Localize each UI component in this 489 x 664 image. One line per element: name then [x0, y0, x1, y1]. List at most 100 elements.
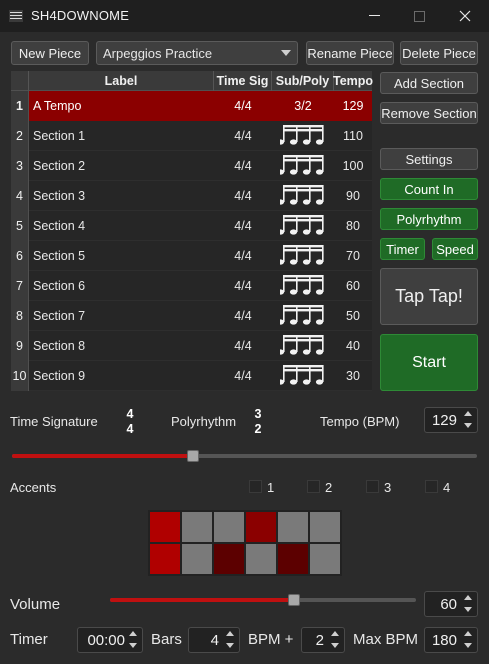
tempo-spinbox[interactable]: 129	[424, 407, 478, 433]
tempo-slider-handle[interactable]	[187, 450, 200, 462]
tap-tempo-button[interactable]: Tap Tap!	[380, 268, 478, 325]
row-index[interactable]: 1	[11, 91, 29, 121]
row-sub-poly[interactable]: 3/2	[272, 91, 334, 121]
row-index[interactable]: 9	[11, 331, 29, 361]
start-button[interactable]: Start	[380, 334, 478, 391]
table-row[interactable]: 6 Section 5 4/4 70	[11, 241, 372, 271]
row-time-sig[interactable]: 4/4	[214, 361, 272, 391]
row-tempo[interactable]: 40	[334, 331, 372, 361]
row-time-sig[interactable]: 4/4	[214, 151, 272, 181]
table-row[interactable]: 9 Section 8 4/4 40	[11, 331, 372, 361]
row-label[interactable]: Section 5	[29, 241, 214, 271]
polyrhythm-top[interactable]: 3	[252, 408, 264, 421]
add-section-button[interactable]: Add Section	[380, 72, 478, 94]
accent-cell[interactable]	[213, 511, 245, 543]
spin-down-icon[interactable]	[464, 607, 472, 612]
header-tempo[interactable]: Tempo	[333, 71, 373, 91]
row-index[interactable]: 4	[11, 181, 29, 211]
accent-checkbox-4[interactable]	[425, 480, 438, 493]
row-time-sig[interactable]: 4/4	[214, 301, 272, 331]
accent-cell[interactable]	[213, 543, 245, 575]
header-sub-poly[interactable]: Sub/Poly	[272, 71, 334, 91]
volume-slider-handle[interactable]	[287, 594, 300, 606]
row-time-sig[interactable]: 4/4	[214, 91, 272, 121]
speed-toggle[interactable]: Speed	[432, 238, 478, 260]
row-time-sig[interactable]: 4/4	[214, 181, 272, 211]
accent-checkbox-3[interactable]	[366, 480, 379, 493]
row-time-sig[interactable]: 4/4	[214, 331, 272, 361]
row-tempo[interactable]: 80	[334, 211, 372, 241]
row-label[interactable]: Section 2	[29, 151, 214, 181]
accent-cell[interactable]	[149, 543, 181, 575]
row-label[interactable]: Section 6	[29, 271, 214, 301]
accent-cell[interactable]	[181, 511, 213, 543]
table-row[interactable]: 5 Section 4 4/4 80	[11, 211, 372, 241]
spin-down-icon[interactable]	[464, 423, 472, 428]
row-time-sig[interactable]: 4/4	[214, 241, 272, 271]
polyrhythm-bottom[interactable]: 2	[252, 423, 264, 436]
max-bpm-spinbox[interactable]: 180	[424, 627, 478, 653]
row-time-sig[interactable]: 4/4	[214, 271, 272, 301]
row-sub-poly[interactable]	[272, 181, 334, 211]
accent-cell[interactable]	[181, 543, 213, 575]
spin-down-icon[interactable]	[331, 643, 339, 648]
rename-piece-button[interactable]: Rename Piece	[306, 41, 394, 65]
row-index[interactable]: 2	[11, 121, 29, 151]
spin-up-icon[interactable]	[464, 631, 472, 636]
close-icon[interactable]	[442, 0, 488, 32]
volume-spinbox[interactable]: 60	[424, 591, 478, 617]
new-piece-button[interactable]: New Piece	[11, 41, 89, 65]
row-label[interactable]: Section 7	[29, 301, 214, 331]
row-tempo[interactable]: 60	[334, 271, 372, 301]
row-sub-poly[interactable]	[272, 331, 334, 361]
spin-up-icon[interactable]	[226, 631, 234, 636]
row-index[interactable]: 6	[11, 241, 29, 271]
row-label[interactable]: Section 1	[29, 121, 214, 151]
row-time-sig[interactable]: 4/4	[214, 121, 272, 151]
row-tempo[interactable]: 129	[334, 91, 372, 121]
time-signature-bottom[interactable]: 4	[124, 423, 136, 436]
table-row[interactable]: 10 Section 9 4/4 30	[11, 361, 372, 391]
accent-cell[interactable]	[245, 543, 277, 575]
row-sub-poly[interactable]	[272, 361, 334, 391]
row-sub-poly[interactable]	[272, 241, 334, 271]
row-label[interactable]: Section 3	[29, 181, 214, 211]
spin-down-icon[interactable]	[464, 643, 472, 648]
table-row[interactable]: 2 Section 1 4/4 110	[11, 121, 372, 151]
row-tempo[interactable]: 30	[334, 361, 372, 391]
accent-grid[interactable]	[148, 510, 342, 576]
bars-spinbox[interactable]: 4	[188, 627, 240, 653]
minimize-icon[interactable]	[351, 0, 397, 32]
row-label[interactable]: Section 9	[29, 361, 214, 391]
bpm-plus-spinbox[interactable]: 2	[301, 627, 345, 653]
accent-checkbox-1[interactable]	[249, 480, 262, 493]
timer-spinbox[interactable]: 00:00	[77, 627, 143, 653]
spin-up-icon[interactable]	[464, 595, 472, 600]
header-time-sig[interactable]: Time Sig	[214, 71, 272, 91]
row-time-sig[interactable]: 4/4	[214, 211, 272, 241]
row-sub-poly[interactable]	[272, 301, 334, 331]
settings-button[interactable]: Settings	[380, 148, 478, 170]
tempo-slider[interactable]	[12, 454, 477, 458]
table-row[interactable]: 1A Tempo 4/4 3/2 129	[11, 91, 372, 121]
spin-down-icon[interactable]	[129, 643, 137, 648]
row-tempo[interactable]: 70	[334, 241, 372, 271]
delete-piece-button[interactable]: Delete Piece	[400, 41, 478, 65]
row-tempo[interactable]: 90	[334, 181, 372, 211]
row-index[interactable]: 3	[11, 151, 29, 181]
table-row[interactable]: 8 Section 7 4/4 50	[11, 301, 372, 331]
accent-cell[interactable]	[309, 543, 341, 575]
table-row[interactable]: 3 Section 2 4/4 100	[11, 151, 372, 181]
row-label[interactable]: Section 8	[29, 331, 214, 361]
accent-cell[interactable]	[277, 543, 309, 575]
row-index[interactable]: 5	[11, 211, 29, 241]
row-index[interactable]: 7	[11, 271, 29, 301]
row-tempo[interactable]: 100	[334, 151, 372, 181]
row-index[interactable]: 8	[11, 301, 29, 331]
polyrhythm-toggle[interactable]: Polyrhythm	[380, 208, 478, 230]
remove-section-button[interactable]: Remove Section	[380, 102, 478, 124]
count-in-toggle[interactable]: Count In	[380, 178, 478, 200]
row-sub-poly[interactable]	[272, 151, 334, 181]
spin-down-icon[interactable]	[226, 643, 234, 648]
row-sub-poly[interactable]	[272, 211, 334, 241]
